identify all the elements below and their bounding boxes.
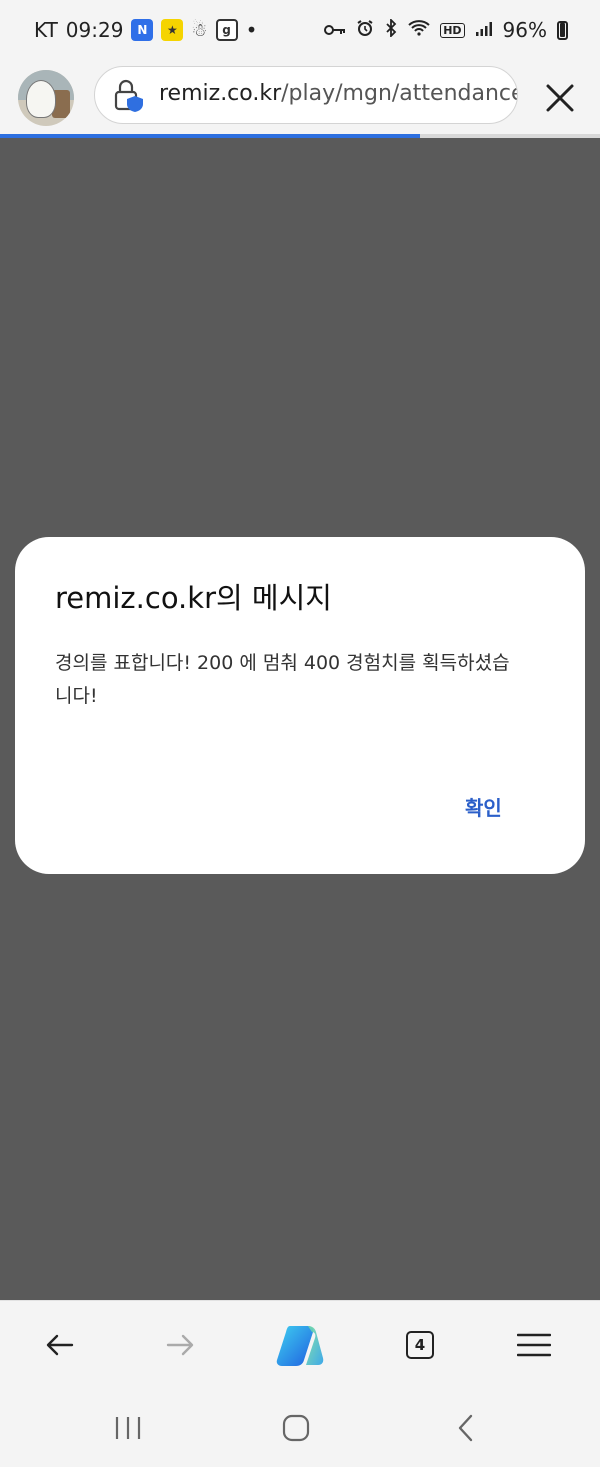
recent-apps-button[interactable] <box>106 1406 150 1450</box>
home-icon <box>282 1414 310 1442</box>
url-field[interactable]: remiz.co.kr/play/mgn/attendance <box>94 66 518 124</box>
system-back-button[interactable] <box>444 1406 488 1450</box>
chevron-left-icon <box>458 1414 473 1442</box>
more-notifications-dot: • <box>245 18 258 42</box>
battery-icon <box>557 20 568 40</box>
ok-button[interactable]: 확인 <box>465 792 502 821</box>
back-button[interactable] <box>40 1325 80 1365</box>
kakao-app-icon: ★ <box>161 19 184 41</box>
battery-percent: 96% <box>502 18 547 42</box>
g-app-icon: g <box>215 19 238 41</box>
page-load-progress-fill <box>0 134 420 138</box>
arrow-right-icon <box>166 1334 194 1356</box>
url-path: /play/mgn/attendance <box>281 81 518 106</box>
mascot-app-icon: ☃ <box>191 19 208 41</box>
url-text: remiz.co.kr/play/mgn/attendance <box>159 81 518 106</box>
copilot-button[interactable] <box>276 1320 326 1370</box>
browser-address-bar: remiz.co.kr/play/mgn/attendance <box>0 62 600 136</box>
url-host: remiz.co.kr <box>159 81 282 106</box>
close-tab-button[interactable] <box>542 80 578 116</box>
home-button[interactable] <box>274 1406 318 1450</box>
browser-toolbar: 4 <box>0 1300 600 1389</box>
status-right: HD 96% <box>324 17 568 42</box>
key-icon <box>324 18 346 42</box>
dialog-message: 경의를 표합니다! 200 에 멈춰 400 경험치를 획득하셨습니다! <box>55 652 510 707</box>
secure-lock-icon[interactable] <box>113 79 145 113</box>
hd-voice-icon: HD <box>440 22 465 38</box>
system-nav-bar <box>0 1388 600 1467</box>
arrow-left-icon <box>46 1334 74 1356</box>
news-app-icon: N <box>131 19 154 41</box>
dialog-title: remiz.co.kr의 메시지 <box>55 581 332 615</box>
copilot-icon <box>276 1326 324 1366</box>
menu-button[interactable] <box>514 1325 554 1365</box>
recent-apps-icon <box>115 1417 141 1439</box>
profile-avatar[interactable] <box>18 70 74 126</box>
alarm-icon <box>356 18 374 42</box>
carrier-label: KT <box>34 18 58 42</box>
hamburger-menu-icon <box>517 1333 551 1357</box>
page-load-progress <box>0 134 600 138</box>
clock: 09:29 <box>65 18 124 42</box>
status-bar: KT 09:29 N ★ ☃ g • HD 96% <box>0 0 600 62</box>
status-left: KT 09:29 N ★ ☃ g • <box>34 18 257 42</box>
forward-button[interactable] <box>160 1325 200 1365</box>
signal-icon <box>475 18 493 42</box>
tabs-button[interactable]: 4 <box>400 1325 440 1365</box>
bluetooth-icon <box>384 17 398 42</box>
wifi-icon <box>408 18 430 42</box>
alert-dialog: remiz.co.kr의 메시지 경의를 표합니다! 200 에 멈춰 400 … <box>15 537 585 874</box>
tab-count-badge: 4 <box>406 1331 434 1359</box>
